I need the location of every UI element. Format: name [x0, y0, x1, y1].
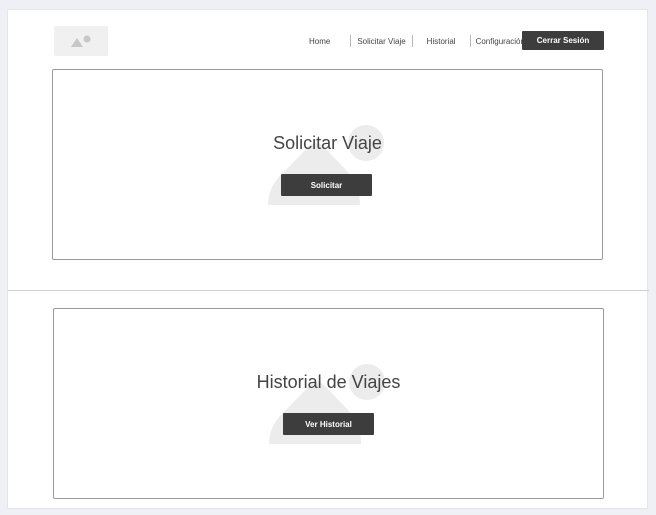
- view-history-button[interactable]: Ver Historial: [283, 413, 374, 435]
- top-nav: Home Solicitar Viaje Historial Configura…: [298, 32, 525, 50]
- nav-separator: [411, 35, 413, 47]
- nav-configuracion[interactable]: Configuración: [476, 37, 525, 46]
- page: Home Solicitar Viaje Historial Configura…: [7, 9, 649, 509]
- logo[interactable]: [54, 26, 108, 56]
- image-placeholder-icon: [71, 35, 91, 47]
- logout-button[interactable]: Cerrar Sesión: [522, 31, 604, 50]
- request-button[interactable]: Solicitar: [281, 174, 372, 196]
- trip-history-card: Historial de Viajes Ver Historial: [53, 308, 604, 499]
- nav-solicitar-viaje[interactable]: Solicitar Viaje: [357, 37, 405, 46]
- card-title: Solicitar Viaje: [273, 133, 382, 153]
- request-trip-card: Solicitar Viaje Solicitar: [52, 69, 603, 260]
- nav-historial[interactable]: Historial: [427, 37, 456, 46]
- card-title: Historial de Viajes: [256, 372, 401, 392]
- nav-separator: [350, 35, 352, 47]
- nav-home[interactable]: Home: [309, 37, 330, 46]
- section-divider: [8, 290, 649, 291]
- nav-separator: [469, 35, 471, 47]
